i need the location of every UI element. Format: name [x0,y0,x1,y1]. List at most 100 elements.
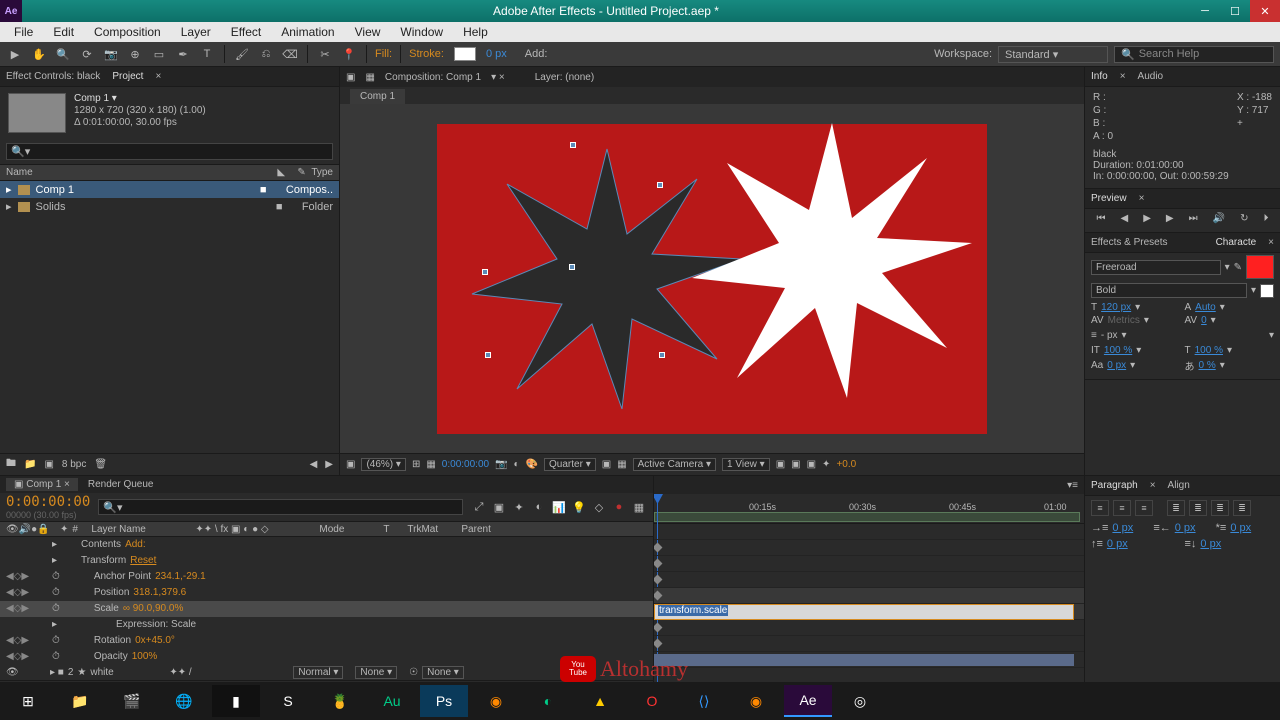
space-after[interactable]: 0 px [1200,538,1221,550]
tab-character[interactable]: Characte [1216,237,1257,248]
parent-dropdown[interactable]: None ▾ [422,666,464,679]
timeline-prop-row[interactable]: ◀◇▶⏱Position318.1,379.6 [0,585,653,601]
tab-project[interactable]: Project [112,71,143,82]
kerning-value[interactable]: Metrics [1108,315,1140,326]
camera-tool-icon[interactable]: 📷 [102,45,120,63]
draft3d-icon[interactable]: ▦ [631,499,647,515]
selection-tool-icon[interactable]: ▶ [6,45,24,63]
app-icon-3[interactable]: ▲ [576,685,624,717]
work-area-bar[interactable] [654,512,1080,522]
rotate-tool-icon[interactable]: ⟳ [78,45,96,63]
project-item-comp1[interactable]: ▸ Comp 1 ■ Compos.. [0,181,339,198]
menu-file[interactable]: File [6,23,41,41]
trash-icon[interactable]: 🗑 [94,459,107,470]
workspace-dropdown[interactable]: Standard ▾ [998,46,1108,63]
tab-layer[interactable]: Layer: (none) [535,72,594,83]
menu-help[interactable]: Help [455,23,496,41]
stroke-swatch[interactable] [454,47,476,61]
terminal-icon[interactable]: ▮ [212,685,260,717]
start-button[interactable]: ⊞ [4,685,52,717]
expression-input[interactable]: transform.scale [654,604,1074,620]
liveupdate-icon[interactable]: ● [611,499,627,515]
keyframe-icon[interactable] [653,559,662,569]
quality-dropdown[interactable]: Quarter ▾ [544,458,596,471]
tab-composition[interactable]: Composition: Comp 1 [385,72,481,83]
keyframe-icon[interactable] [653,591,662,601]
stroke-label[interactable]: Stroke: [409,48,444,60]
play-icon[interactable]: ▶ [1143,213,1151,224]
sublime-icon[interactable]: S [264,685,312,717]
fill-color-swatch[interactable] [1246,255,1274,279]
justify-right-icon[interactable]: ≣ [1211,500,1229,516]
camera-dropdown[interactable]: Active Camera ▾ [633,458,716,471]
audition-icon[interactable]: Au [368,685,416,717]
timeline-prop-row[interactable]: ▸TransformReset [0,553,653,569]
tsume-value[interactable]: 0 % [1199,360,1216,371]
justify-center-icon[interactable]: ≣ [1189,500,1207,516]
viewer-timecode[interactable]: 0:00:00:00 [442,459,489,470]
align-right-icon[interactable]: ≡ [1135,500,1153,516]
frameblend-icon[interactable]: ✦ [511,499,527,515]
eraser-tool-icon[interactable]: ⌫ [281,45,299,63]
magnify-icon[interactable]: ▣ [346,459,355,470]
motionblur-icon[interactable]: ◐ [531,499,547,515]
photoshop-icon[interactable]: Ps [420,685,468,717]
timeline-search-input[interactable]: 🔍▾ [98,499,463,515]
timeline-timecode[interactable]: 0:00:00:00 [6,494,90,510]
tab-effects-presets[interactable]: Effects & Presets [1091,237,1168,248]
opera-icon[interactable]: O [628,685,676,717]
menu-edit[interactable]: Edit [45,23,82,41]
indent-right[interactable]: 0 px [1175,522,1196,534]
timeline-prop-row[interactable]: ◀◇▶⏱Opacity100% [0,649,653,665]
comp-mini-tab[interactable]: Comp 1 [350,89,405,104]
font-size[interactable]: 120 px [1101,302,1131,313]
tab-timeline-comp[interactable]: ▣ Comp 1 × [6,478,78,491]
pen-tool-icon[interactable]: ✒ [174,45,192,63]
graph-icon[interactable]: 📊 [551,499,567,515]
last-frame-icon[interactable]: ⏭ [1189,213,1198,224]
stroke-width[interactable]: 0 px [486,48,507,60]
timeline-prop-row[interactable]: ◀◇▶⏱Rotation0x+45.0° [0,633,653,649]
shy-icon[interactable]: ⤢ [471,499,487,515]
font-family-dropdown[interactable]: Freeroad [1091,260,1221,275]
autoKf-icon[interactable]: ◇ [591,499,607,515]
tracking-value[interactable]: 0 [1201,315,1207,326]
app-icon-2[interactable]: ◐ [524,685,572,717]
obs-icon[interactable]: ◎ [836,685,884,717]
search-help-input[interactable]: 🔍 Search Help [1114,46,1274,63]
timeline-layer-2[interactable]: 👁▸ ■ 2 ★white ✦✦ / Normal ▾ None ▾ ☉ Non… [0,665,653,680]
timeline-prop-row[interactable]: ▸ContentsAdd: [0,537,653,553]
res-icon[interactable]: ⊞ [412,459,420,470]
space-before[interactable]: 0 px [1107,538,1128,550]
chrome-icon[interactable]: 🌐 [160,685,208,717]
tab-info[interactable]: Info [1091,71,1108,82]
add-label[interactable]: Add: [525,48,548,60]
zoom-dropdown[interactable]: (46%) ▾ [361,458,406,471]
project-item-solids[interactable]: ▸ Solids ■ Folder [0,198,339,215]
font-weight-dropdown[interactable]: Bold [1091,283,1247,298]
views-dropdown[interactable]: 1 View ▾ [722,458,770,471]
align-left-icon[interactable]: ≡ [1091,500,1109,516]
keyframe-icon[interactable] [653,543,662,553]
new-comp-icon[interactable]: ▣ [44,459,53,470]
first-frame-icon[interactable]: ⏮ [1097,213,1106,224]
collapse-icon[interactable]: ▣ [491,499,507,515]
new-folder-icon[interactable]: 📁 [24,459,36,470]
keyframe-icon[interactable] [653,575,662,585]
close-button[interactable]: ✕ [1250,0,1280,22]
align-center-icon[interactable]: ≡ [1113,500,1131,516]
pin-tool-icon[interactable]: 📍 [340,45,358,63]
mode-dropdown[interactable]: Normal ▾ [293,666,343,679]
keyframe-icon[interactable] [653,639,662,649]
aftereffects-icon[interactable]: Ae [784,685,832,717]
menu-view[interactable]: View [347,23,389,41]
stamp-tool-icon[interactable]: ⎌ [257,45,275,63]
baseline-value[interactable]: 0 px [1107,360,1126,371]
indent-first[interactable]: 0 px [1230,522,1251,534]
menu-layer[interactable]: Layer [173,23,219,41]
brainstorm-icon[interactable]: 💡 [571,499,587,515]
hscale-value[interactable]: 100 % [1195,345,1223,356]
exposure-value[interactable]: +0.0 [836,459,856,470]
bpc-toggle[interactable]: 8 bpc [62,459,86,470]
justify-all-icon[interactable]: ≣ [1233,500,1251,516]
